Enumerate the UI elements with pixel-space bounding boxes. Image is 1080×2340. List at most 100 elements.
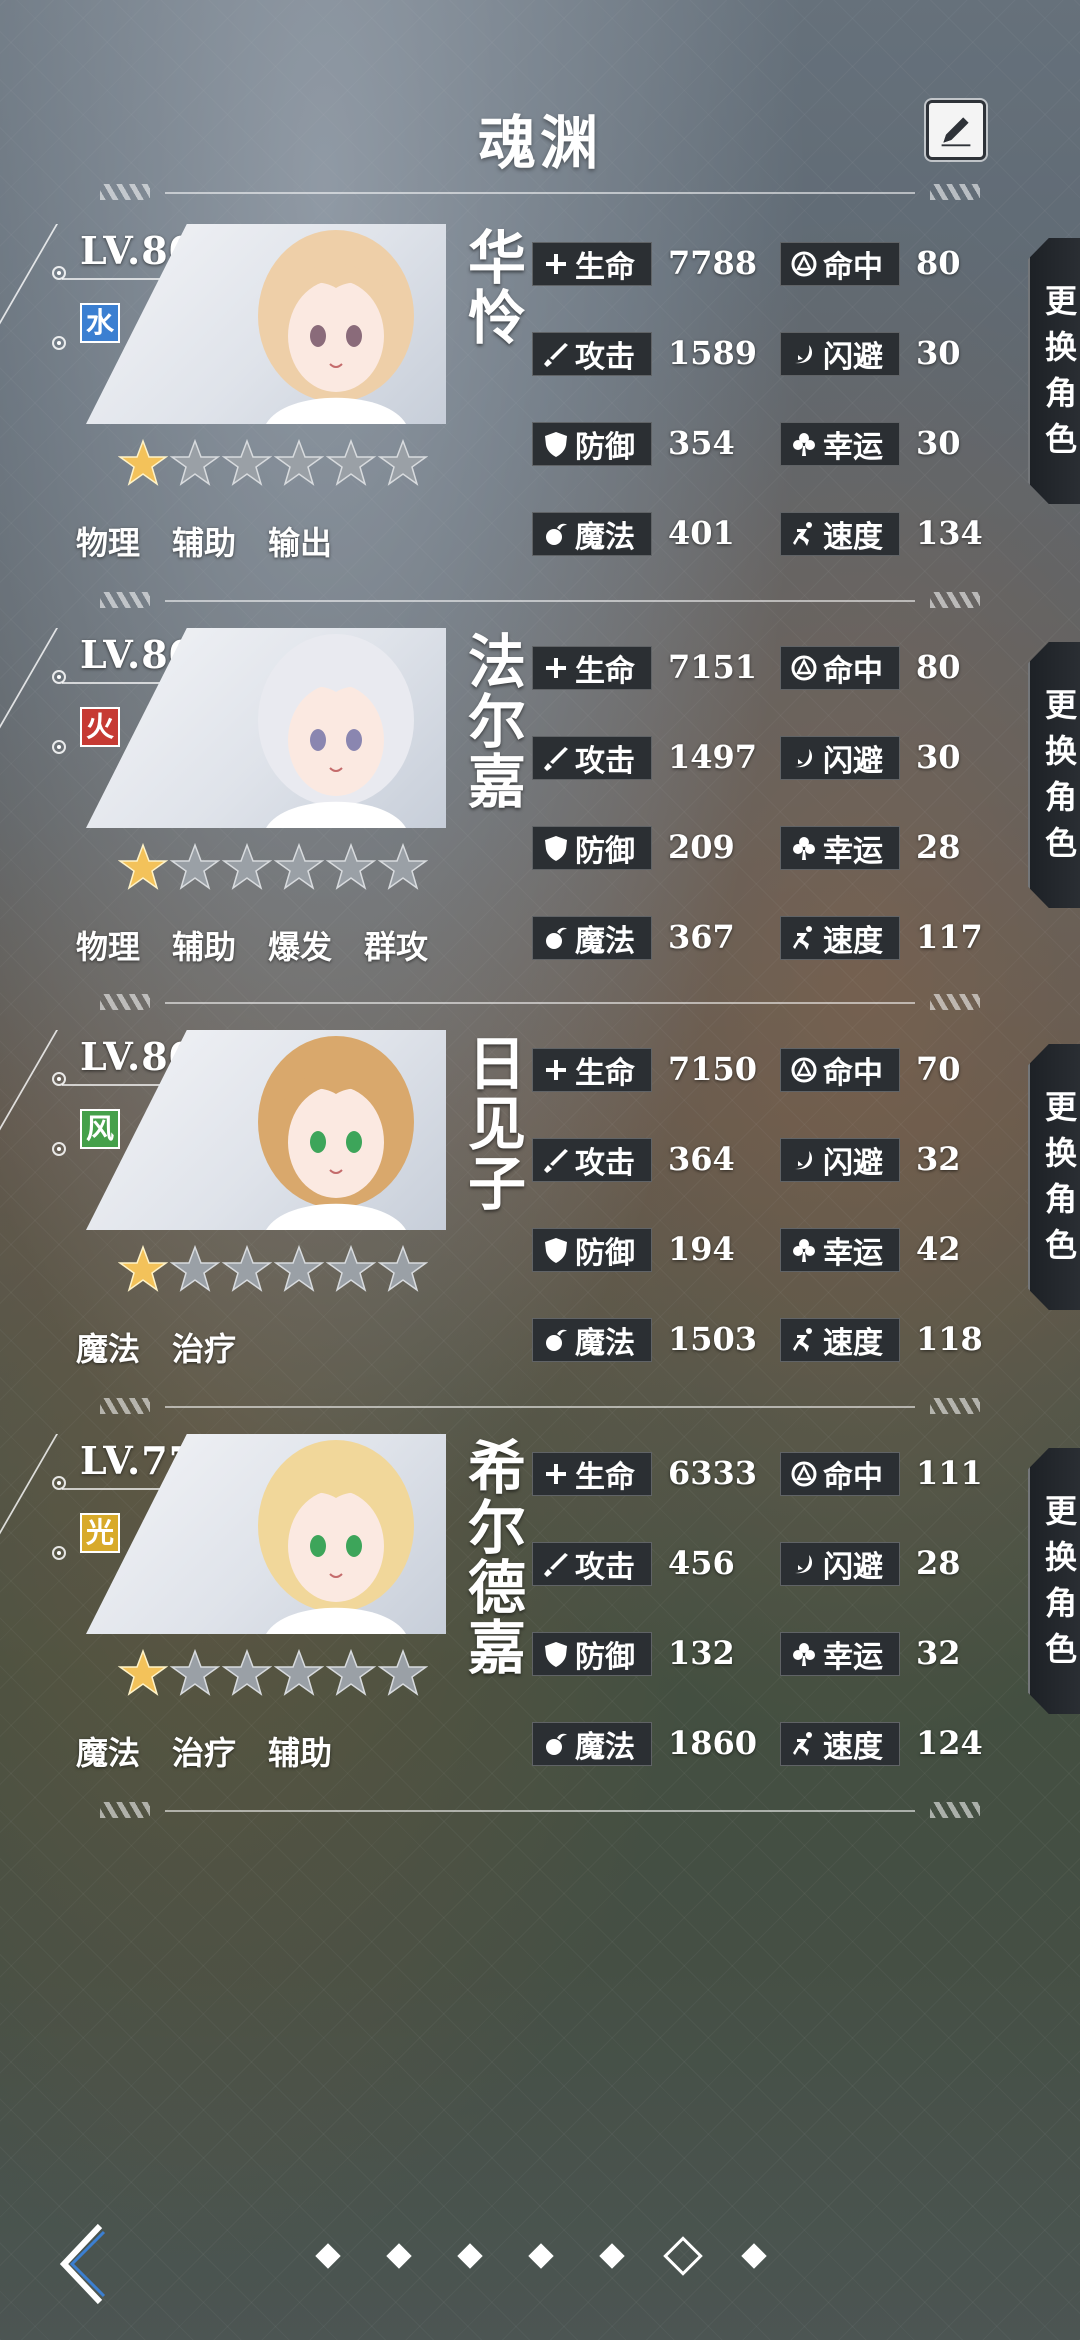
stat-value: 7150 xyxy=(668,1050,758,1088)
star-filled-icon xyxy=(117,438,169,488)
role-tag: 物理 xyxy=(76,928,141,966)
stat-label-text: 防御 xyxy=(575,430,635,465)
character-portrait[interactable] xyxy=(0,224,446,454)
stat-label: 生命 xyxy=(532,1048,652,1092)
target-icon xyxy=(787,247,821,281)
stat-label-text: 幸运 xyxy=(823,1640,883,1675)
stat-label-text: 幸运 xyxy=(823,834,883,869)
star-empty-icon xyxy=(325,842,377,892)
character-portrait[interactable] xyxy=(0,1434,446,1664)
stat-label: 攻击 xyxy=(532,1542,652,1586)
stat-label: 速度 xyxy=(780,916,900,960)
stat-label: 防御 xyxy=(532,1228,652,1272)
stat-label-text: 命中 xyxy=(823,1056,883,1091)
star-empty-icon xyxy=(377,1244,429,1294)
stat-label-text: 攻击 xyxy=(575,1146,635,1181)
node-dot xyxy=(52,1546,66,1560)
stat-value: 6333 xyxy=(668,1454,758,1492)
page-dot[interactable] xyxy=(736,2238,772,2274)
stat-label: 攻击 xyxy=(532,1138,652,1182)
role-tag: 辅助 xyxy=(172,524,237,562)
stat-label: 魔法 xyxy=(532,512,652,556)
role-tag: 辅助 xyxy=(268,1734,333,1772)
evade-icon xyxy=(787,1143,821,1177)
role-tags: 物理 辅助 输出 xyxy=(76,518,332,564)
swap-character-button[interactable]: 更换角色 xyxy=(1028,1044,1080,1310)
stat-label: 闪避 xyxy=(780,1138,900,1182)
star-empty-icon xyxy=(377,1648,429,1698)
character-name: 希尔德嘉 xyxy=(467,1434,526,1682)
page-dot[interactable] xyxy=(381,2238,417,2274)
character-card[interactable]: LV.80 火 法尔嘉 物理 辅助 爆发 群攻 生命 7151 命中 80 攻击… xyxy=(0,628,1080,1032)
stat-value: 80 xyxy=(916,648,961,686)
portrait-image xyxy=(258,1036,414,1230)
stat-value: 401 xyxy=(668,514,735,552)
swap-character-button[interactable]: 更换角色 xyxy=(1028,238,1080,504)
stat-label-text: 攻击 xyxy=(575,1550,635,1585)
page-dot[interactable] xyxy=(452,2238,488,2274)
pencil-icon xyxy=(941,117,971,147)
divider xyxy=(100,592,980,608)
stat-value: 456 xyxy=(668,1544,735,1582)
target-icon xyxy=(787,1457,821,1491)
stat-value: 32 xyxy=(916,1140,961,1178)
stat-label: 幸运 xyxy=(780,826,900,870)
portrait-image xyxy=(258,230,414,424)
role-tag: 辅助 xyxy=(172,928,237,966)
stat-value: 28 xyxy=(916,828,961,866)
star-empty-icon xyxy=(273,842,325,892)
page-dot[interactable] xyxy=(523,2238,559,2274)
stat-label: 命中 xyxy=(780,1452,900,1496)
stat-label: 防御 xyxy=(532,826,652,870)
character-card[interactable]: LV.80 水 华怜 物理 辅助 输出 生命 7788 命中 80 攻击 158… xyxy=(0,224,1080,628)
stat-label-text: 生命 xyxy=(575,1056,635,1091)
character-portrait[interactable] xyxy=(0,1030,446,1260)
star-empty-icon xyxy=(221,1244,273,1294)
edit-button[interactable] xyxy=(926,100,986,160)
page-dot-active[interactable] xyxy=(663,2236,703,2276)
plus-icon xyxy=(539,1053,573,1087)
star-empty-icon xyxy=(169,842,221,892)
stat-label: 命中 xyxy=(780,1048,900,1092)
star-empty-icon xyxy=(325,1648,377,1698)
stat-label-text: 闪避 xyxy=(823,1550,883,1585)
stat-value: 134 xyxy=(916,514,983,552)
character-card[interactable]: LV.77 光 希尔德嘉 魔法 治疗 辅助 生命 6333 命中 111 攻击 … xyxy=(0,1434,1080,1838)
magic-orb-icon xyxy=(539,1727,573,1761)
stat-value: 367 xyxy=(668,918,735,956)
page-dot[interactable] xyxy=(594,2238,630,2274)
node-dot xyxy=(52,1142,66,1156)
star-empty-icon xyxy=(169,1648,221,1698)
sword-icon xyxy=(539,337,573,371)
role-tag: 魔法 xyxy=(76,1330,141,1368)
clover-icon xyxy=(787,427,821,461)
stat-label-text: 速度 xyxy=(823,520,883,555)
star-empty-icon xyxy=(273,1244,325,1294)
swap-character-label: 更换角色 xyxy=(1044,1088,1077,1264)
character-portrait[interactable] xyxy=(0,628,446,858)
stat-value: 28 xyxy=(916,1544,961,1582)
stat-value: 194 xyxy=(668,1230,735,1268)
back-button[interactable] xyxy=(56,2222,106,2306)
stat-value: 7788 xyxy=(668,244,758,282)
chevron-left-icon xyxy=(59,2223,106,2305)
swap-character-button[interactable]: 更换角色 xyxy=(1028,642,1080,908)
stat-label: 幸运 xyxy=(780,1632,900,1676)
swap-character-button[interactable]: 更换角色 xyxy=(1028,1448,1080,1714)
stat-value: 80 xyxy=(916,244,961,282)
star-empty-icon xyxy=(325,1244,377,1294)
divider xyxy=(100,1398,980,1414)
page-dot[interactable] xyxy=(310,2238,346,2274)
runner-icon xyxy=(787,1323,821,1357)
stat-label-text: 魔法 xyxy=(575,1326,635,1361)
character-card[interactable]: LV.80 风 日见子 魔法 治疗 生命 7150 命中 70 攻击 364 闪… xyxy=(0,1030,1080,1434)
character-name: 日见子 xyxy=(467,1030,526,1218)
stat-value: 1589 xyxy=(668,334,758,372)
stat-label: 生命 xyxy=(532,1452,652,1496)
star-rating xyxy=(117,1244,429,1300)
shield-icon xyxy=(539,427,573,461)
runner-icon xyxy=(787,517,821,551)
stat-label: 攻击 xyxy=(532,736,652,780)
plus-icon xyxy=(539,247,573,281)
star-empty-icon xyxy=(221,438,273,488)
